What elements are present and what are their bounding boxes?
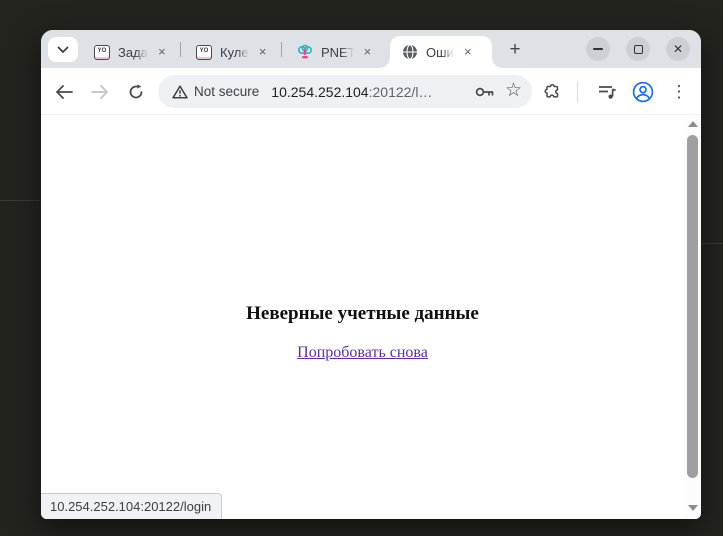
profile-avatar-icon bbox=[632, 81, 654, 103]
globe-icon bbox=[402, 44, 418, 60]
security-chip-label: Not secure bbox=[194, 84, 259, 99]
kebab-menu-icon: ⋮ bbox=[671, 82, 688, 102]
star-icon: ☆ bbox=[505, 79, 522, 102]
desktop: { "colors": { "desktop_bg": "#24241f", "… bbox=[0, 0, 723, 536]
scroll-down-icon[interactable] bbox=[688, 505, 698, 511]
password-key-button[interactable] bbox=[475, 86, 495, 98]
media-controls-icon bbox=[598, 84, 617, 100]
extensions-puzzle-icon bbox=[544, 83, 562, 101]
window-maximize-button[interactable] bbox=[626, 37, 650, 61]
tab-zadachi[interactable]: YO Зада × bbox=[86, 36, 178, 68]
tab-title: Зада bbox=[118, 45, 148, 60]
url-tail: :20122/l… bbox=[369, 84, 433, 100]
toolbar-divider bbox=[577, 82, 578, 102]
page-heading: Неверные учетные данные bbox=[41, 303, 684, 325]
desktop-artifact-line bbox=[0, 200, 41, 201]
plus-icon: + bbox=[509, 39, 520, 61]
close-icon[interactable]: × bbox=[360, 44, 375, 60]
tab-separator bbox=[180, 42, 181, 57]
desktop-artifact-line bbox=[701, 243, 723, 244]
reload-icon bbox=[128, 84, 144, 100]
tab-search-button[interactable] bbox=[48, 37, 78, 62]
address-bar[interactable]: Not secure 10.254.252.104:20122/l… ☆ bbox=[158, 75, 532, 108]
page-content: Неверные учетные данные Попробовать снов… bbox=[41, 115, 701, 519]
profile-button[interactable] bbox=[629, 78, 657, 106]
reload-button[interactable] bbox=[122, 78, 150, 106]
url-host: 10.254.252.104 bbox=[271, 84, 368, 100]
retry-link-row: Попробовать снова bbox=[41, 344, 684, 362]
tab-separator bbox=[281, 42, 282, 57]
tab-error-active[interactable]: Оши × bbox=[390, 36, 492, 68]
close-icon[interactable]: × bbox=[255, 44, 271, 60]
browser-window: YO Зада × YO Куле × bbox=[41, 30, 701, 519]
back-arrow-icon bbox=[55, 85, 73, 99]
scrollbar-thumb[interactable] bbox=[687, 135, 698, 478]
tab-title: Оши bbox=[426, 45, 454, 60]
forward-button[interactable] bbox=[86, 78, 114, 106]
vertical-scrollbar[interactable] bbox=[684, 115, 701, 519]
maximize-icon bbox=[634, 45, 643, 54]
close-icon[interactable]: × bbox=[460, 44, 476, 60]
retry-link[interactable]: Попробовать снова bbox=[297, 344, 428, 361]
window-close-icon: ✕ bbox=[673, 42, 683, 56]
back-button[interactable] bbox=[50, 78, 78, 106]
url-text[interactable]: 10.254.252.104:20122/l… bbox=[271, 84, 465, 100]
minimize-icon bbox=[593, 48, 603, 50]
warning-triangle-icon bbox=[172, 85, 188, 99]
bookmark-star-button[interactable]: ☆ bbox=[505, 79, 522, 102]
forward-arrow-icon bbox=[91, 85, 109, 99]
media-controls-button[interactable] bbox=[593, 78, 621, 106]
pnetlab-icon bbox=[297, 44, 313, 60]
browser-menu-button[interactable]: ⋮ bbox=[665, 78, 693, 106]
scroll-up-icon[interactable] bbox=[688, 121, 698, 127]
tab-title: PNET bbox=[321, 45, 354, 60]
tab-title: Куле bbox=[220, 45, 249, 60]
chevron-down-icon bbox=[57, 46, 69, 54]
security-chip[interactable]: Not secure bbox=[172, 84, 259, 99]
tab-pnet[interactable]: PNET × bbox=[289, 36, 381, 68]
close-icon[interactable]: × bbox=[154, 44, 170, 60]
yo-box-icon: YO bbox=[94, 44, 110, 60]
window-close-button[interactable]: ✕ bbox=[666, 37, 690, 61]
link-target-status-bubble: 10.254.252.104:20122/login bbox=[41, 493, 222, 519]
yo-box-icon: YO bbox=[196, 44, 212, 60]
extensions-button[interactable] bbox=[539, 78, 567, 106]
tab-strip: YO Зада × YO Куле × bbox=[41, 30, 701, 68]
window-minimize-button[interactable] bbox=[586, 37, 610, 61]
new-tab-button[interactable]: + bbox=[503, 38, 527, 62]
key-icon bbox=[475, 86, 495, 98]
tab-kule[interactable]: YO Куле × bbox=[188, 36, 280, 68]
browser-toolbar: Not secure 10.254.252.104:20122/l… ☆ bbox=[41, 68, 701, 115]
